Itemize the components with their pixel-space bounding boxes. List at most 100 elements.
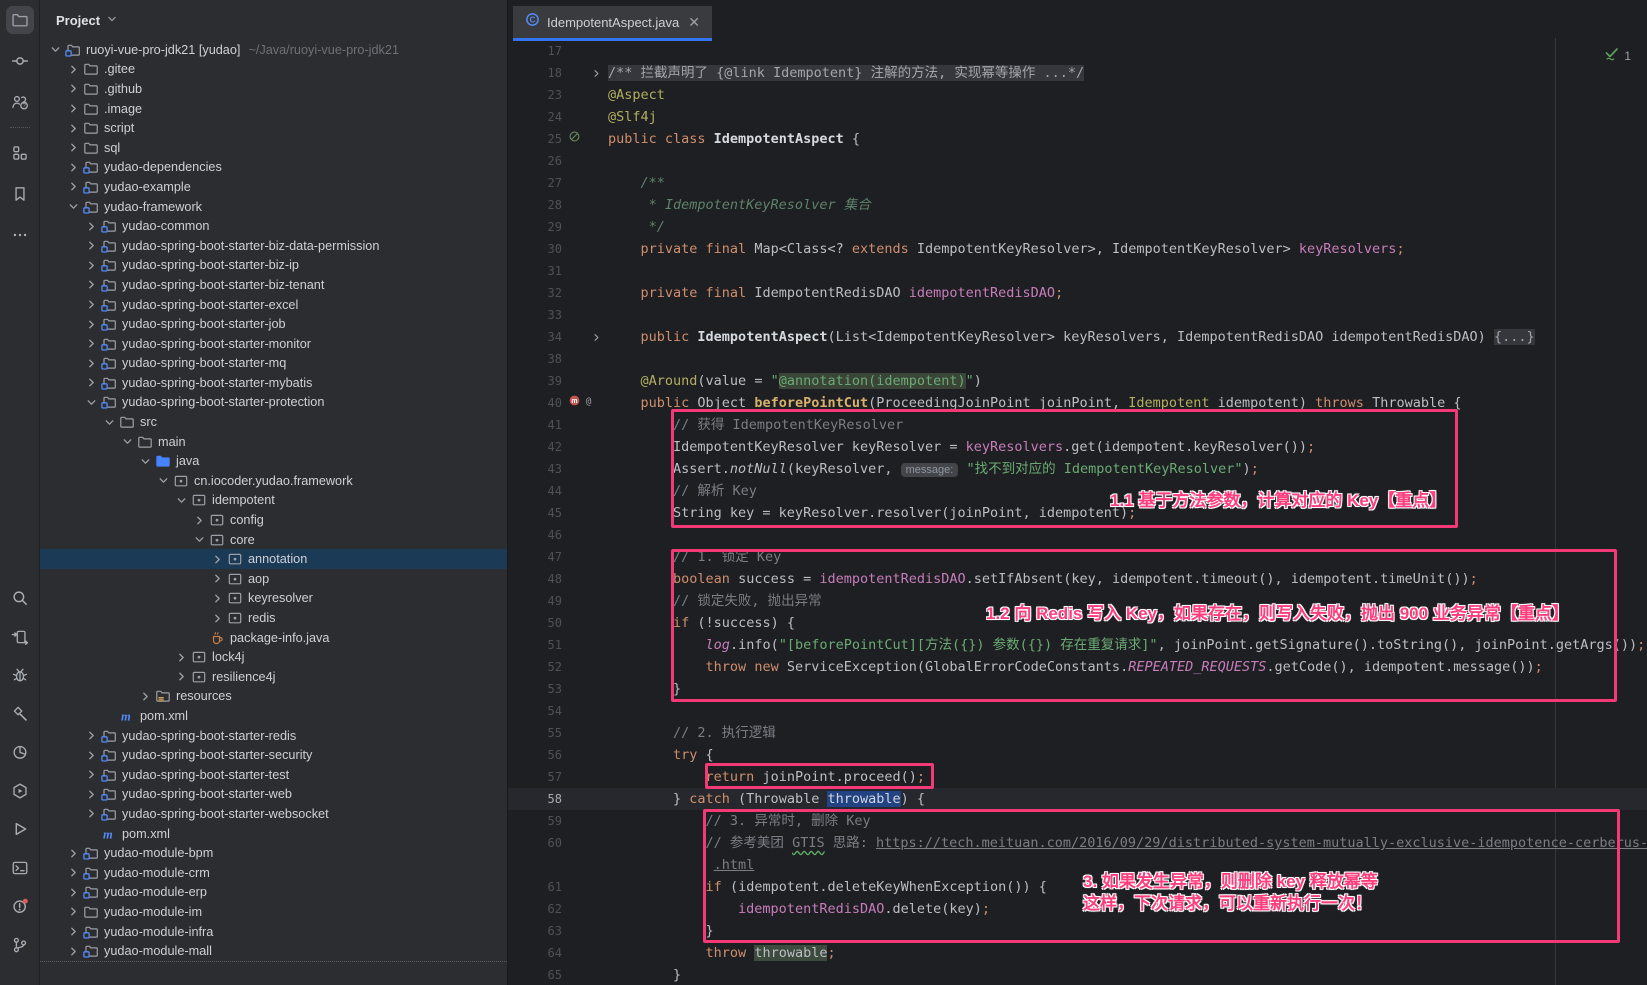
code-line-52[interactable]: 52 throw new ServiceException(GlobalErro… bbox=[508, 656, 1647, 678]
tree-item-aop[interactable]: aop bbox=[40, 569, 507, 589]
line-number[interactable]: 32 bbox=[508, 286, 566, 300]
chevron-down-icon[interactable] bbox=[172, 492, 190, 508]
code-line-64[interactable]: 64 throw throwable; bbox=[508, 942, 1647, 964]
line-number[interactable]: 44 bbox=[508, 484, 566, 498]
chevron-right-icon[interactable] bbox=[82, 257, 100, 273]
tree-item-cn-iocoder-yudao-framework[interactable]: cn.iocoder.yudao.framework bbox=[40, 471, 507, 491]
code-line-31[interactable]: 31 bbox=[508, 260, 1647, 282]
line-number[interactable]: 28 bbox=[508, 198, 566, 212]
line-number[interactable]: 47 bbox=[508, 550, 566, 564]
code-line-41[interactable]: 41 // 获得 IdempotentKeyResolver bbox=[508, 414, 1647, 436]
chevron-down-icon[interactable] bbox=[100, 414, 118, 430]
fold-arrow-icon[interactable] bbox=[590, 331, 603, 344]
tree-item-yudao-common[interactable]: yudao-common bbox=[40, 216, 507, 236]
tree-item-idempotent[interactable]: idempotent bbox=[40, 491, 507, 511]
chevron-down-icon[interactable] bbox=[46, 42, 64, 58]
tree-item-package-info-java[interactable]: package-info.java bbox=[40, 628, 507, 648]
chevron-right-icon[interactable] bbox=[64, 81, 82, 97]
code-line-54[interactable]: 54 bbox=[508, 700, 1647, 722]
line-number[interactable]: 62 bbox=[508, 902, 566, 916]
line-number[interactable]: 53 bbox=[508, 682, 566, 696]
chevron-down-icon[interactable] bbox=[154, 473, 172, 489]
tree-item-github[interactable]: .github bbox=[40, 79, 507, 99]
line-number[interactable]: 18 bbox=[508, 66, 566, 80]
chevron-right-icon[interactable] bbox=[208, 610, 226, 626]
project-folder-icon[interactable] bbox=[6, 6, 34, 34]
code-line-28[interactable]: 28 * IdempotentKeyResolver 集合 bbox=[508, 194, 1647, 216]
run-anything-icon[interactable] bbox=[6, 623, 34, 651]
code-line-32[interactable]: 32 private final IdempotentRedisDAO idem… bbox=[508, 282, 1647, 304]
code-line-47[interactable]: 47 // 1. 锁定 Key bbox=[508, 546, 1647, 568]
code-line-53[interactable]: 53 } bbox=[508, 678, 1647, 700]
code-line-58[interactable]: 58 } catch (Throwable throwable) { bbox=[508, 788, 1647, 810]
search-icon[interactable] bbox=[6, 584, 34, 612]
code-line-44[interactable]: 44 // 解析 Key bbox=[508, 480, 1647, 502]
line-number[interactable]: 40 bbox=[508, 396, 566, 410]
chevron-down-icon[interactable] bbox=[64, 199, 82, 215]
chevron-right-icon[interactable] bbox=[208, 571, 226, 587]
code-line-56[interactable]: 56 try { bbox=[508, 744, 1647, 766]
tree-item-redis[interactable]: redis bbox=[40, 608, 507, 628]
version-control-icon[interactable] bbox=[6, 931, 34, 959]
tree-item-yudao-spring-boot-starter-protection[interactable]: yudao-spring-boot-starter-protection bbox=[40, 393, 507, 413]
chevron-right-icon[interactable] bbox=[64, 140, 82, 156]
tree-item-java[interactable]: java bbox=[40, 451, 507, 471]
build-icon[interactable] bbox=[6, 700, 34, 728]
chevron-right-icon[interactable] bbox=[82, 238, 100, 254]
line-number[interactable]: 57 bbox=[508, 770, 566, 784]
gutter[interactable] bbox=[566, 331, 608, 344]
tree-item-yudao-module-infra[interactable]: yudao-module-infra bbox=[40, 922, 507, 942]
code-line-17[interactable]: 17 bbox=[508, 40, 1647, 62]
code-line-18[interactable]: 18/** 拦截声明了 {@link Idempotent} 注解的方法, 实现… bbox=[508, 62, 1647, 84]
tree-item-yudao-spring-boot-starter-monitor[interactable]: yudao-spring-boot-starter-monitor bbox=[40, 334, 507, 354]
chevron-right-icon[interactable] bbox=[64, 120, 82, 136]
pull-requests-icon[interactable]: ? bbox=[6, 88, 34, 116]
tree-item-yudao-spring-boot-starter-excel[interactable]: yudao-spring-boot-starter-excel bbox=[40, 295, 507, 315]
tree-item-yudao-module-im[interactable]: yudao-module-im bbox=[40, 902, 507, 922]
chevron-right-icon[interactable] bbox=[64, 924, 82, 940]
gutter[interactable] bbox=[566, 130, 608, 148]
tree-item-script[interactable]: script bbox=[40, 118, 507, 138]
chevron-right-icon[interactable] bbox=[208, 590, 226, 606]
line-number[interactable]: 58 bbox=[508, 792, 566, 806]
code-line-24[interactable]: 24@Slf4j bbox=[508, 106, 1647, 128]
tree-item-core[interactable]: core bbox=[40, 530, 507, 550]
tree-item-image[interactable]: .image bbox=[40, 99, 507, 119]
line-number[interactable]: 31 bbox=[508, 264, 566, 278]
chevron-down-icon[interactable] bbox=[136, 453, 154, 469]
tree-item-yudao-framework[interactable]: yudao-framework bbox=[40, 197, 507, 217]
line-number[interactable]: 26 bbox=[508, 154, 566, 168]
line-number[interactable]: 43 bbox=[508, 462, 566, 476]
line-number[interactable]: 60 bbox=[508, 836, 566, 850]
tree-item-gitee[interactable]: .gitee bbox=[40, 60, 507, 80]
tree-item-yudao-spring-boot-starter-biz-tenant[interactable]: yudao-spring-boot-starter-biz-tenant bbox=[40, 275, 507, 295]
line-number[interactable]: 42 bbox=[508, 440, 566, 454]
code-line-25[interactable]: 25public class IdempotentAspect { bbox=[508, 128, 1647, 150]
chevron-right-icon[interactable] bbox=[82, 375, 100, 391]
tree-item-yudao-spring-boot-starter-biz-data-permission[interactable]: yudao-spring-boot-starter-biz-data-permi… bbox=[40, 236, 507, 256]
code-line-62[interactable]: 62 idempotentRedisDAO.delete(key); bbox=[508, 898, 1647, 920]
line-number[interactable]: 34 bbox=[508, 330, 566, 344]
line-number[interactable]: 48 bbox=[508, 572, 566, 586]
chevron-right-icon[interactable] bbox=[82, 297, 100, 313]
code-line-49[interactable]: 49 // 锁定失败, 抛出异常 bbox=[508, 590, 1647, 612]
project-panel-header[interactable]: Project bbox=[40, 0, 507, 40]
tree-item-src[interactable]: src bbox=[40, 412, 507, 432]
chevron-right-icon[interactable] bbox=[82, 277, 100, 293]
code-line-30[interactable]: 30 private final Map<Class<? extends Ide… bbox=[508, 238, 1647, 260]
tree-item-yudao-dependencies[interactable]: yudao-dependencies bbox=[40, 158, 507, 178]
chevron-right-icon[interactable] bbox=[82, 336, 100, 352]
chevron-down-icon[interactable] bbox=[118, 434, 136, 450]
code-line-51[interactable]: 51 log.info("[beforePointCut][方法({}) 参数(… bbox=[508, 634, 1647, 656]
chevron-right-icon[interactable] bbox=[82, 806, 100, 822]
tree-item-yudao-spring-boot-starter-biz-ip[interactable]: yudao-spring-boot-starter-biz-ip bbox=[40, 256, 507, 276]
code-line-60[interactable]: 60 // 参考美团 GTIS 思路: https://tech.meituan… bbox=[508, 832, 1647, 854]
line-number[interactable]: 24 bbox=[508, 110, 566, 124]
chevron-right-icon[interactable] bbox=[136, 688, 154, 704]
tree-item-resilience4j[interactable]: resilience4j bbox=[40, 667, 507, 687]
chevron-right-icon[interactable] bbox=[82, 786, 100, 802]
line-number[interactable]: 59 bbox=[508, 814, 566, 828]
code-line-46[interactable]: 46 bbox=[508, 524, 1647, 546]
bookmarks-icon[interactable] bbox=[6, 180, 34, 208]
chevron-right-icon[interactable] bbox=[64, 845, 82, 861]
